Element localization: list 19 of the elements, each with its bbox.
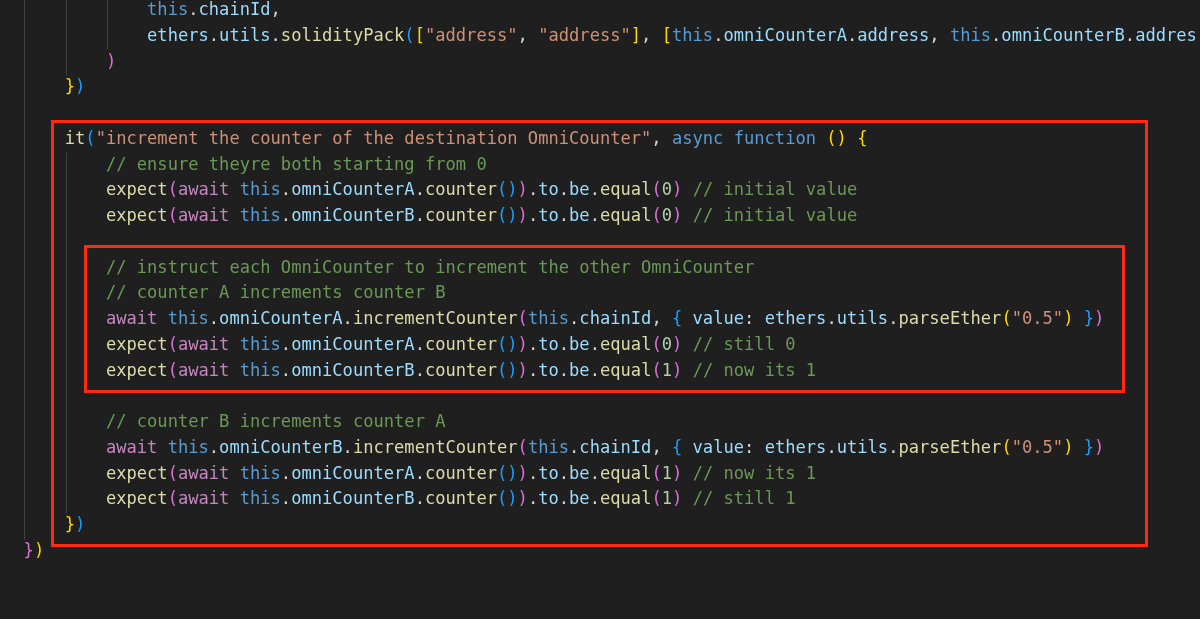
code-line: ethers.utils.solidityPack(["address", "address"], [this.omniCounterA.address, this.omniCounterB.addres [147, 23, 1197, 47]
code-line: }) [64, 513, 86, 536]
code-line: expect(await this.omniCounterA.counter()).to.be.equal(1) // now its 1 [105, 461, 817, 485]
code-line: this.chainId, [147, 0, 281, 21]
code-line: }) [23, 538, 45, 562]
code-line: // counter B increments counter A [105, 410, 446, 433]
code-line: expect(await this.omniCounterB.counter()).to.be.equal(1) // now its 1 [105, 358, 817, 382]
code-line: expect(await this.omniCounterA.counter()).to.be.equal(0) // initial value [105, 178, 858, 202]
code-line: expect(await this.omniCounterA.counter()).to.be.equal(0) // still 0 [105, 332, 796, 356]
code-line: ) [105, 49, 117, 73]
code-line: // instruct each OmniCounter to increment the other OmniCounter [105, 255, 755, 279]
code-line: await this.omniCounterB.incrementCounter(this.chainId, { value: ethers.utils.parseEther("0.5") }) [105, 435, 1105, 459]
code-line: expect(await this.omniCounterB.counter()).to.be.equal(1) // still 1 [105, 487, 796, 511]
code-line: }) [64, 75, 86, 99]
code-line: it("increment the counter of the destination OmniCounter", async function () { [64, 126, 868, 150]
code-line: // counter A increments counter B [105, 281, 446, 305]
code-line: await this.omniCounterA.incrementCounter(this.chainId, { value: ethers.utils.parseEther("0.5") }) [105, 307, 1105, 330]
code-line: // ensure theyre both starting from 0 [105, 152, 487, 176]
code-line: expect(await this.omniCounterB.counter()).to.be.equal(0) // initial value [105, 204, 858, 227]
